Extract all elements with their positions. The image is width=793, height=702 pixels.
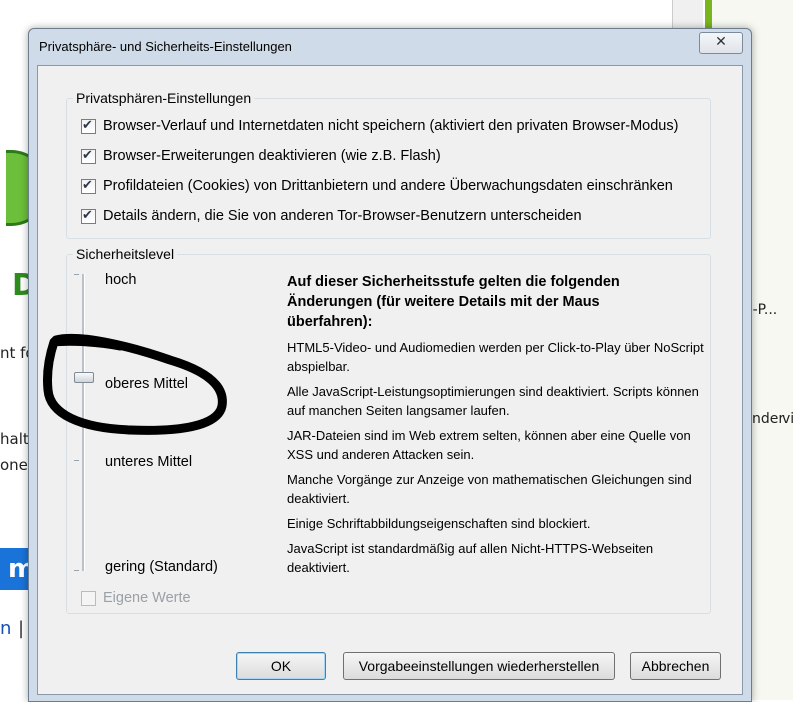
- custom-values-option[interactable]: Eigene Werte: [81, 588, 191, 608]
- level-label-medium-high[interactable]: oberes Mittel: [105, 376, 188, 392]
- close-icon: ✕: [715, 34, 727, 50]
- dialog-title: Privatsphäre- und Sicherheits-Einstellun…: [39, 39, 292, 54]
- checkbox-checked[interactable]: [81, 147, 96, 164]
- security-slider-thumb[interactable]: [74, 372, 94, 383]
- security-change-item: Manche Vorgänge zur Anzeige von mathemat…: [287, 472, 692, 506]
- privacy-option-label: Profildateien (Cookies) von Drittanbiete…: [103, 178, 673, 194]
- privacy-group-legend: Privatsphären-Einstellungen: [73, 90, 255, 106]
- dialog-content: Privatsphären-Einstellungen Browser-Verl…: [37, 65, 743, 695]
- slider-tick: [74, 570, 79, 571]
- privacy-security-dialog: Privatsphäre- und Sicherheits-Einstellun…: [28, 28, 752, 702]
- security-level-group: Sicherheitslevel hoch oberes Mittel unte…: [66, 246, 711, 614]
- custom-values-label: Eigene Werte: [103, 590, 191, 606]
- restore-defaults-button[interactable]: Vorgabeeinstellungen wiederherstellen: [343, 652, 615, 680]
- privacy-option-label: Details ändern, die Sie von anderen Tor-…: [103, 208, 582, 224]
- security-change-item: JavaScript ist standardmäßig auf allen N…: [287, 541, 654, 575]
- privacy-option-extensions[interactable]: Browser-Erweiterungen deaktivieren (wie …: [81, 146, 441, 166]
- privacy-option-fingerprinting[interactable]: Details ändern, die Sie von anderen Tor-…: [81, 206, 582, 226]
- bg-text: halt: [0, 430, 29, 448]
- privacy-option-label: Browser-Verlauf und Internetdaten nicht …: [103, 118, 679, 134]
- close-button[interactable]: ✕: [699, 32, 743, 54]
- privacy-option-history[interactable]: Browser-Verlauf und Internetdaten nicht …: [81, 116, 678, 136]
- bg-separator: |: [18, 618, 25, 639]
- privacy-option-cookies[interactable]: Profildateien (Cookies) von Drittanbiete…: [81, 176, 673, 196]
- slider-tick: [74, 274, 79, 275]
- security-change-item: JAR-Dateien sind im Web extrem selten, k…: [287, 428, 691, 462]
- bg-text: nder: [752, 411, 785, 427]
- slider-tick: [74, 460, 79, 461]
- bg-text: one: [0, 456, 28, 474]
- checkbox-checked[interactable]: [81, 177, 96, 194]
- security-change-item: Alle JavaScript-Leistungsoptimierungen s…: [287, 384, 699, 418]
- title-bar[interactable]: Privatsphäre- und Sicherheits-Einstellun…: [29, 29, 751, 65]
- level-label-low[interactable]: gering (Standard): [105, 559, 218, 575]
- security-change-item: Einige Schriftabbildungseigenschaften si…: [287, 516, 591, 531]
- security-description-heading: Auf dieser Sicherheitsstufe gelten die f…: [287, 274, 620, 330]
- ok-button[interactable]: OK: [236, 652, 326, 680]
- bg-link[interactable]: n: [0, 618, 11, 639]
- privacy-settings-group: Privatsphären-Einstellungen Browser-Verl…: [66, 90, 711, 239]
- level-label-medium-low[interactable]: unteres Mittel: [105, 454, 192, 470]
- checkbox-checked[interactable]: [81, 207, 96, 224]
- cancel-button[interactable]: Abbrechen: [630, 652, 721, 680]
- privacy-option-label: Browser-Erweiterungen deaktivieren (wie …: [103, 148, 441, 164]
- bg-text: vi: [782, 411, 793, 427]
- level-label-high[interactable]: hoch: [105, 272, 136, 288]
- security-slider-track[interactable]: [82, 274, 85, 571]
- checkbox-unchecked[interactable]: [81, 590, 96, 606]
- security-change-item: HTML5-Video- und Audiomedien werden per …: [287, 340, 704, 374]
- security-group-legend: Sicherheitslevel: [73, 246, 178, 262]
- checkbox-checked[interactable]: [81, 117, 96, 134]
